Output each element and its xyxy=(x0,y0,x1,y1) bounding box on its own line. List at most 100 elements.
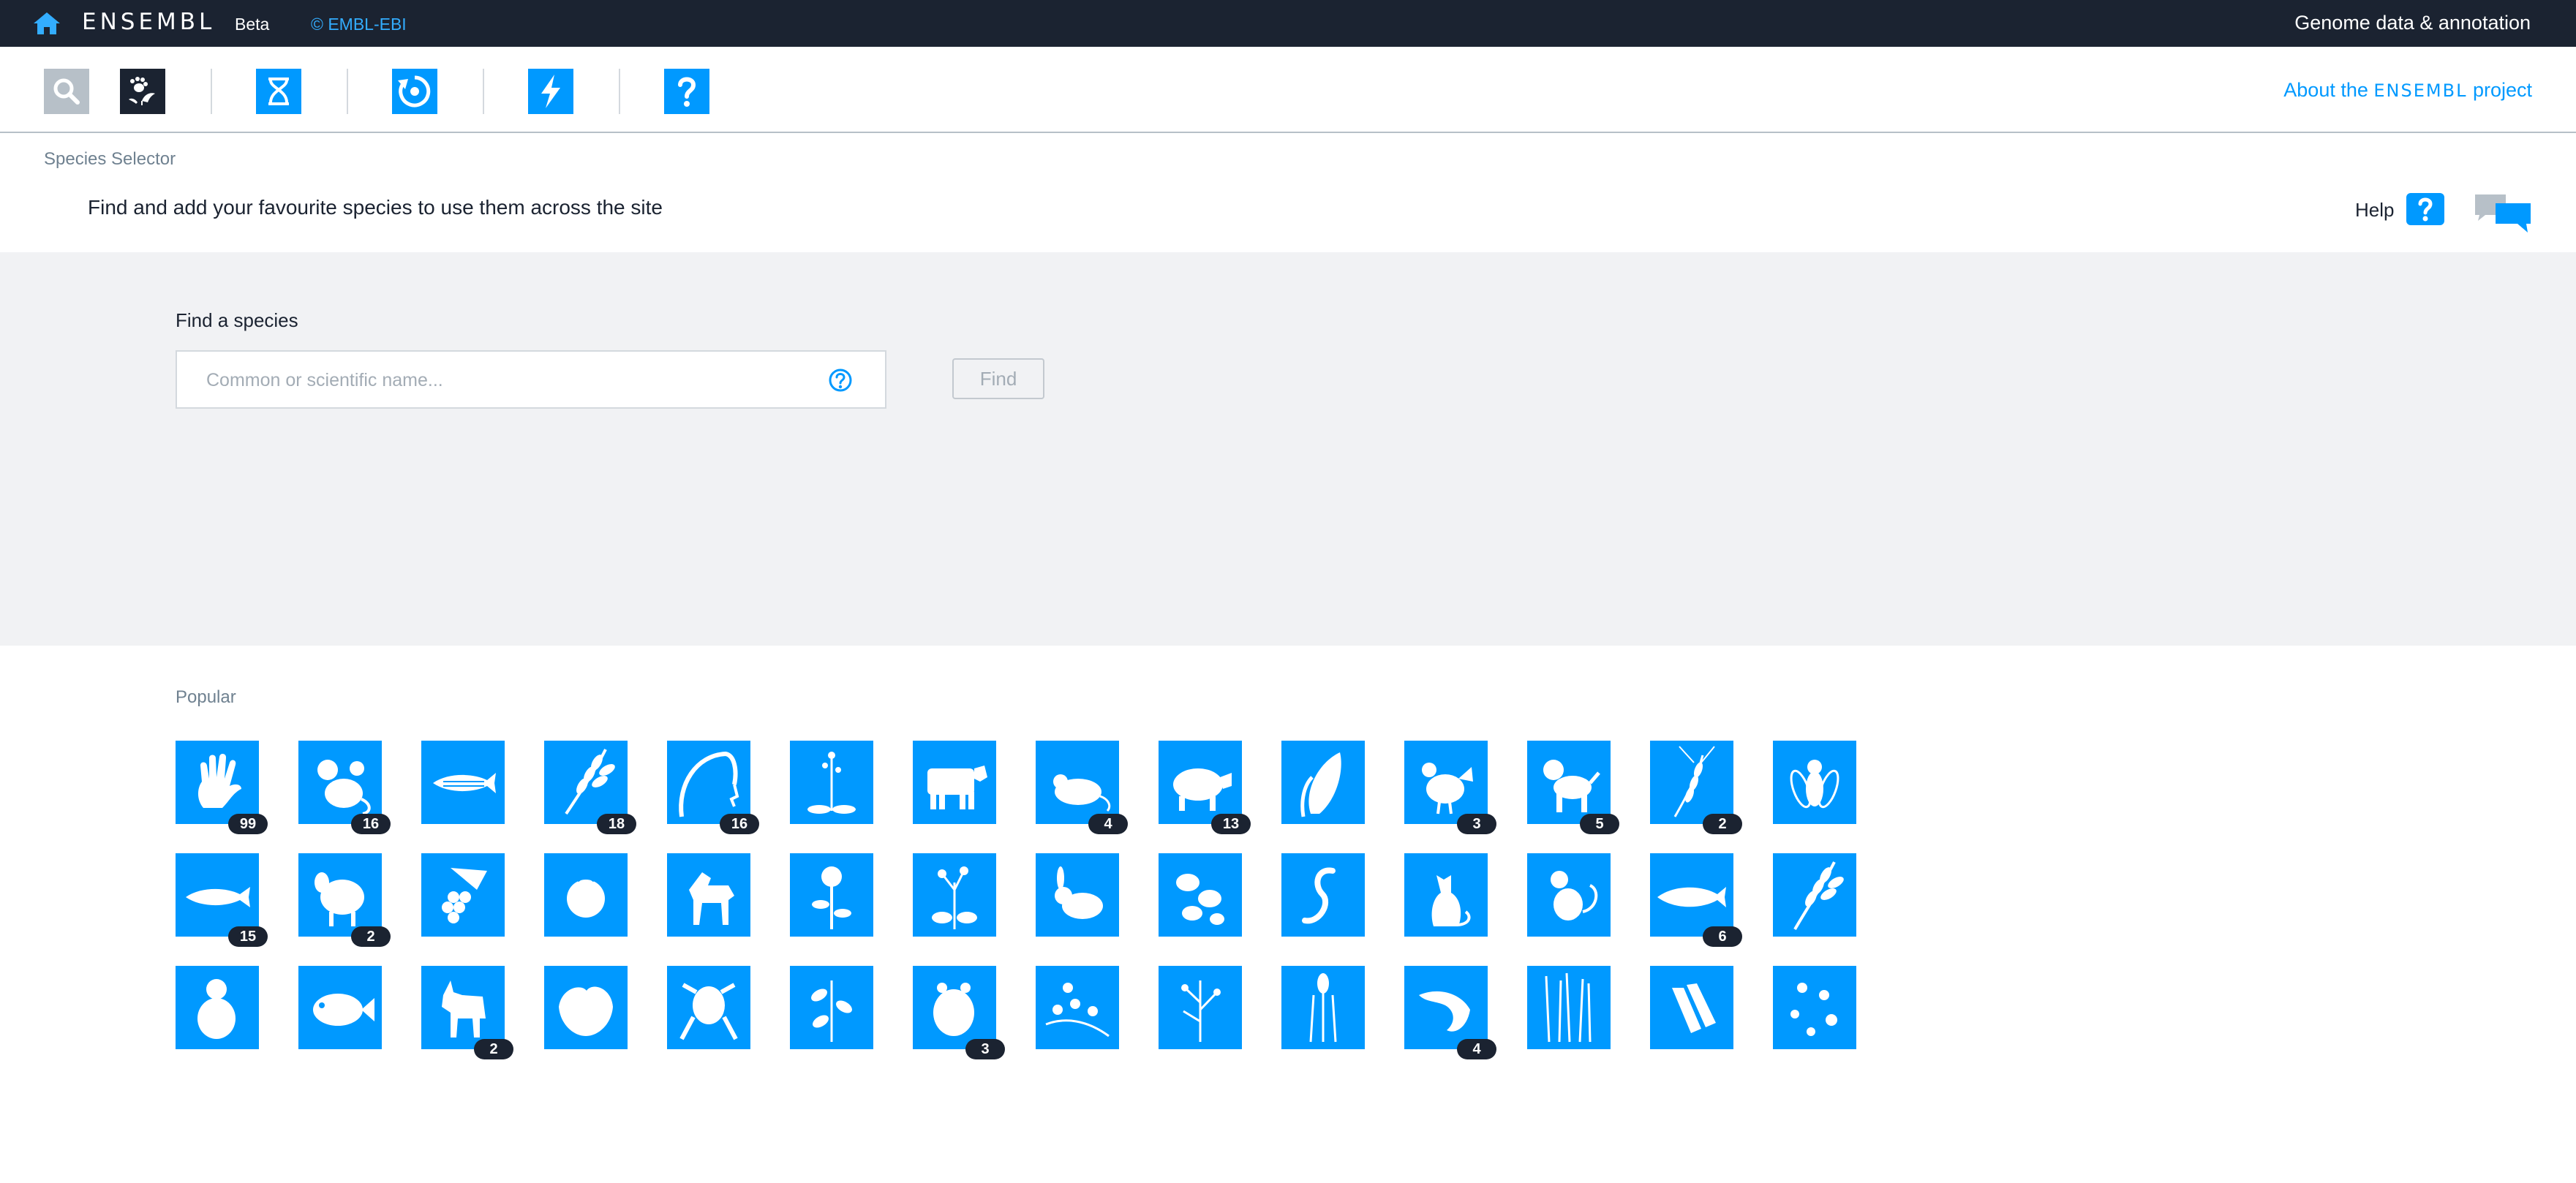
help-button[interactable] xyxy=(2406,193,2444,225)
assembly-count-badge: 6 xyxy=(1703,926,1742,947)
find-button[interactable]: Find xyxy=(952,358,1044,399)
tilapia-icon xyxy=(313,994,374,1026)
species-tile[interactable]: 3 xyxy=(913,966,1005,1059)
help-label[interactable]: Help xyxy=(2355,199,2394,222)
ensembl-logo[interactable]: ENSEMBL xyxy=(82,9,215,35)
species-tile[interactable]: 16 xyxy=(667,741,759,834)
arabidopsis-icon xyxy=(807,752,856,814)
assembly-count-badge: 3 xyxy=(1457,814,1496,834)
species-tile[interactable] xyxy=(544,853,628,937)
cow-icon xyxy=(927,766,987,809)
help-launch-button[interactable] xyxy=(664,69,709,114)
fish-icon xyxy=(1657,887,1726,907)
species-tile[interactable] xyxy=(176,966,259,1049)
page-title: Species Selector xyxy=(44,149,176,169)
species-tile[interactable] xyxy=(1159,853,1242,937)
species-tile[interactable]: 13 xyxy=(1159,741,1251,834)
species-tile[interactable] xyxy=(421,853,505,937)
species-tile[interactable] xyxy=(1281,966,1365,1049)
species-search-input[interactable] xyxy=(206,365,806,396)
species-tile[interactable] xyxy=(1773,966,1856,1049)
sorghum-icon xyxy=(1309,973,1337,1043)
species-tile[interactable] xyxy=(298,966,382,1049)
beta-label: Beta xyxy=(235,15,270,34)
species-tile[interactable] xyxy=(1527,853,1611,937)
species-tile[interactable] xyxy=(1281,853,1365,937)
species-tile[interactable] xyxy=(1527,966,1611,1049)
species-tile[interactable] xyxy=(421,741,505,824)
species-tile[interactable] xyxy=(790,966,873,1049)
zebrafish-icon xyxy=(433,773,496,793)
species-tile[interactable] xyxy=(1281,741,1365,824)
species-tile[interactable] xyxy=(790,741,873,824)
assembly-count-badge: 99 xyxy=(228,814,268,834)
bear-icon xyxy=(197,979,236,1039)
dog-icon xyxy=(1543,760,1600,812)
species-tile[interactable] xyxy=(1773,741,1856,824)
species-tile[interactable]: 3 xyxy=(1404,741,1496,834)
assembly-count-badge: 4 xyxy=(1457,1039,1496,1059)
species-tile[interactable]: 99 xyxy=(176,741,268,834)
chat-icon[interactable] xyxy=(2474,192,2532,234)
species-tile[interactable] xyxy=(1650,966,1733,1049)
maize-icon xyxy=(1300,752,1341,817)
species-selector-button[interactable] xyxy=(120,69,165,114)
species-tile[interactable]: 4 xyxy=(1036,741,1128,834)
assembly-count-badge: 5 xyxy=(1580,814,1619,834)
species-tile[interactable]: 18 xyxy=(544,741,636,834)
chicken-icon xyxy=(1422,763,1473,815)
species-tile[interactable]: 2 xyxy=(1650,741,1742,834)
cat-icon xyxy=(1431,875,1471,926)
home-icon[interactable] xyxy=(32,11,61,36)
assembly-count-badge: 13 xyxy=(1211,814,1251,834)
assembly-count-badge: 2 xyxy=(474,1039,513,1059)
launchbar-divider xyxy=(347,69,348,114)
tools-icon xyxy=(528,69,573,114)
species-search-panel: Find a species Find xyxy=(0,252,2576,646)
search-button[interactable] xyxy=(44,69,89,114)
pig-icon xyxy=(1173,768,1232,811)
launchbar-divider xyxy=(619,69,620,114)
entity-viewer-button[interactable] xyxy=(392,69,437,114)
species-tile[interactable] xyxy=(790,853,873,937)
species-search-box[interactable] xyxy=(176,350,886,409)
lettuce-icon xyxy=(559,986,613,1036)
about-prefix: About the xyxy=(2283,79,2374,101)
assembly-count-badge: 15 xyxy=(228,926,268,947)
species-tile[interactable]: 15 xyxy=(176,853,268,947)
trout-icon xyxy=(186,887,250,907)
species-tile[interactable]: 16 xyxy=(298,741,391,834)
species-tile[interactable]: 2 xyxy=(298,853,391,947)
human-hand-icon xyxy=(198,754,241,808)
species-tile[interactable] xyxy=(913,741,996,824)
species-tile[interactable]: 5 xyxy=(1527,741,1619,834)
copyright-link[interactable]: © EMBL-EBI xyxy=(311,15,407,34)
species-tile[interactable] xyxy=(1404,853,1488,937)
assembly-count-badge: 4 xyxy=(1088,814,1128,834)
frog-icon xyxy=(679,983,738,1040)
barley-icon xyxy=(1673,746,1715,817)
genome-browser-button[interactable] xyxy=(256,69,301,114)
tools-button[interactable] xyxy=(528,69,573,114)
species-tile[interactable] xyxy=(1036,966,1119,1049)
find-species-label: Find a species xyxy=(176,309,298,331)
species-tile[interactable] xyxy=(667,966,750,1049)
oat-icon xyxy=(1793,861,1844,931)
species-tile[interactable]: 2 xyxy=(421,966,513,1059)
species-tile[interactable] xyxy=(1036,853,1119,937)
grape-icon xyxy=(442,868,487,923)
search-help-icon[interactable] xyxy=(828,368,853,393)
species-tile[interactable] xyxy=(913,853,996,937)
species-tile[interactable]: 4 xyxy=(1404,966,1496,1059)
about-ensembl-link[interactable]: About the ENSEMBL project xyxy=(2283,79,2532,102)
popular-label: Popular xyxy=(176,687,236,707)
entity-viewer-icon xyxy=(392,69,437,114)
rice-icon xyxy=(679,751,739,817)
species-tile[interactable] xyxy=(1159,966,1242,1049)
species-tile[interactable] xyxy=(1773,853,1856,937)
species-tile[interactable] xyxy=(544,966,628,1049)
species-tile[interactable]: 6 xyxy=(1650,853,1742,947)
assembly-count-badge: 2 xyxy=(1703,814,1742,834)
about-brand: ENSEMBL xyxy=(2373,80,2468,101)
species-tile[interactable] xyxy=(667,853,750,937)
